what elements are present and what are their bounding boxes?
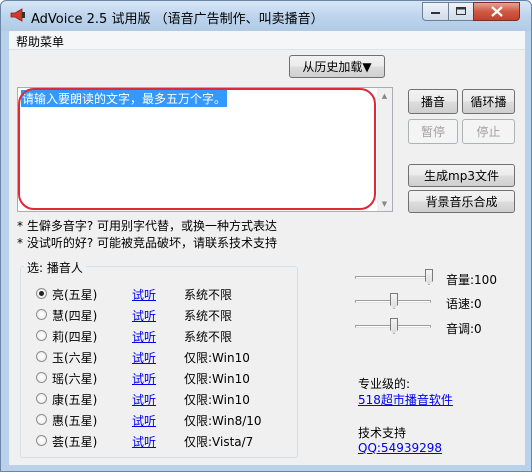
pause-button[interactable]: 暂停 xyxy=(408,119,458,144)
tip-polyphonic: * 生僻多音字? 可用别字代替，或换一种方式表达 xyxy=(17,219,277,233)
megaphone-icon xyxy=(10,8,25,22)
pro-label: 专业级的: xyxy=(358,377,411,391)
background-music-button[interactable]: 背景音乐合成 xyxy=(408,190,515,213)
pro-software-link[interactable]: 518超市播音软件 xyxy=(358,391,453,408)
text-input-value[interactable]: 请输入要朗读的文字，最多五万个字。 xyxy=(21,90,228,107)
voice-system-limit: 仅限:Vista/7 xyxy=(184,435,254,449)
scroll-up-icon[interactable]: ▲ xyxy=(377,88,392,103)
voice-system-limit: 仅限:Win8/10 xyxy=(184,414,262,428)
play-button[interactable]: 播音 xyxy=(408,89,458,114)
maximize-button[interactable] xyxy=(448,2,474,21)
close-button[interactable] xyxy=(473,2,520,21)
minimize-button[interactable] xyxy=(422,2,449,21)
voice-name[interactable]: 瑶(六星) xyxy=(52,370,97,387)
slider-thumb[interactable] xyxy=(425,269,433,285)
menu-bar: 帮助菜单 xyxy=(9,31,525,50)
speed-label: 语速:0 xyxy=(446,297,482,311)
voice-radio[interactable] xyxy=(36,330,47,341)
pitch-slider[interactable] xyxy=(355,318,433,336)
voice-name[interactable]: 玉(六星) xyxy=(52,349,97,366)
window-title: AdVoice 2.5 试用版 （语音广告制作、叫卖播音） xyxy=(31,12,324,27)
try-listen-link[interactable]: 试听 xyxy=(132,328,156,345)
voice-radio[interactable] xyxy=(36,288,47,299)
support-label: 技术支持 xyxy=(358,426,407,440)
voice-name[interactable]: 慧(四星) xyxy=(52,307,97,324)
try-listen-link[interactable]: 试听 xyxy=(132,286,156,303)
stop-button[interactable]: 停止 xyxy=(462,119,515,144)
scroll-down-icon[interactable]: ▼ xyxy=(377,196,392,211)
generate-mp3-button[interactable]: 生成mp3文件 xyxy=(408,164,515,187)
voice-system-limit: 仅限:Win10 xyxy=(184,351,250,365)
try-listen-link[interactable]: 试听 xyxy=(132,412,156,429)
voice-system-limit: 仅限:Win10 xyxy=(184,372,250,386)
voice-radio[interactable] xyxy=(36,414,47,425)
tip-support: * 没试听的好? 可能被竞品破坏，请联系技术支持 xyxy=(17,236,277,250)
try-listen-link[interactable]: 试听 xyxy=(132,433,156,450)
voice-group-title: 选: 播音人 xyxy=(24,259,86,276)
voice-radio[interactable] xyxy=(36,435,47,446)
slider-thumb[interactable] xyxy=(390,293,398,309)
maximize-icon xyxy=(455,7,466,15)
voice-radio[interactable] xyxy=(36,372,47,383)
volume-slider[interactable] xyxy=(355,269,433,287)
voice-system-limit: 系统不限 xyxy=(184,309,233,323)
menu-help[interactable]: 帮助菜单 xyxy=(16,33,64,50)
voice-radio[interactable] xyxy=(36,393,47,404)
voice-system-limit: 仅限:Win10 xyxy=(184,393,250,407)
minimize-icon xyxy=(430,11,440,14)
close-icon xyxy=(490,6,503,17)
title-bar[interactable]: AdVoice 2.5 试用版 （语音广告制作、叫卖播音） xyxy=(1,1,531,31)
try-listen-link[interactable]: 试听 xyxy=(132,349,156,366)
try-listen-link[interactable]: 试听 xyxy=(132,391,156,408)
try-listen-link[interactable]: 试听 xyxy=(132,307,156,324)
client-area: 帮助菜单 从历史加载▼ 请输入要朗读的文字，最多五万个字。 ▲ ▼ 播音 循环播… xyxy=(9,31,525,465)
voice-name[interactable]: 荟(五星) xyxy=(52,433,97,450)
volume-label: 音量:100 xyxy=(446,273,497,287)
voice-name[interactable]: 莉(四星) xyxy=(52,328,97,345)
voice-name[interactable]: 亮(五星) xyxy=(52,286,97,303)
load-history-button[interactable]: 从历史加载▼ xyxy=(289,55,385,78)
app-window: AdVoice 2.5 试用版 （语音广告制作、叫卖播音） 帮助菜单 从历史加载… xyxy=(0,0,532,472)
qq-link[interactable]: QQ:54939298 xyxy=(358,441,442,455)
textarea-scrollbar[interactable]: ▲ ▼ xyxy=(377,88,392,211)
voice-radio[interactable] xyxy=(36,309,47,320)
slider-thumb[interactable] xyxy=(390,318,398,334)
voice-system-limit: 系统不限 xyxy=(184,330,233,344)
voice-name[interactable]: 康(五星) xyxy=(52,391,97,408)
speed-slider[interactable] xyxy=(355,293,433,311)
voice-system-limit: 系统不限 xyxy=(184,288,233,302)
try-listen-link[interactable]: 试听 xyxy=(132,370,156,387)
voice-name[interactable]: 惠(五星) xyxy=(52,412,97,429)
voice-radio[interactable] xyxy=(36,351,47,362)
loop-play-button[interactable]: 循环播 xyxy=(462,89,515,114)
text-input-area[interactable]: 请输入要朗读的文字，最多五万个字。 ▲ ▼ xyxy=(17,87,393,212)
slider-track xyxy=(355,276,431,279)
pitch-label: 音调:0 xyxy=(446,322,482,336)
